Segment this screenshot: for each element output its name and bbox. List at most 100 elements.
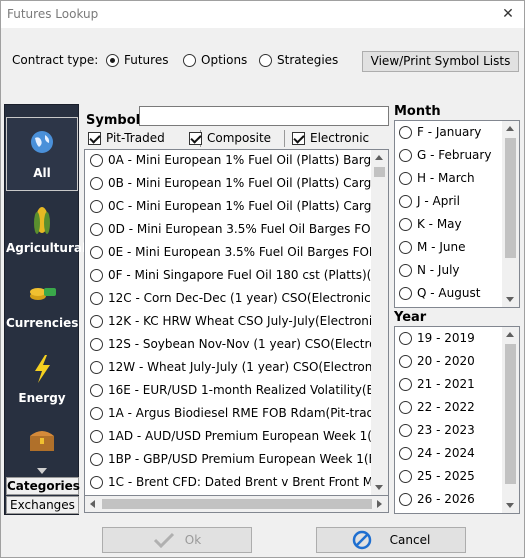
year-item[interactable]: 25 - 2025 (399, 466, 475, 486)
list-item[interactable]: 1AD - AUD/USD Premium European Week 1(El… (90, 426, 388, 446)
scroll-thumb[interactable] (374, 167, 385, 177)
year-list[interactable]: 19 - 2019 20 - 2020 21 - 2021 22 - 2022 … (394, 326, 520, 514)
list-item[interactable]: 12K - KC HRW Wheat CSO July-July(Electro… (90, 311, 384, 331)
radio-icon[interactable] (399, 400, 412, 414)
scroll-left-icon[interactable] (90, 500, 95, 508)
checkbox-checked-icon[interactable] (88, 131, 101, 145)
scroll-down-icon[interactable] (375, 485, 383, 490)
symbol-search-input[interactable] (139, 106, 389, 126)
checkbox-checked-icon[interactable] (292, 131, 305, 145)
radio-icon[interactable] (399, 423, 412, 437)
futures-radio[interactable]: Futures (106, 53, 168, 67)
ok-button[interactable]: Ok (102, 527, 252, 553)
year-vscrollbar[interactable] (502, 327, 519, 513)
pit-traded-checkbox[interactable]: Pit-Traded (88, 131, 165, 145)
scroll-thumb[interactable] (102, 499, 372, 509)
composite-checkbox[interactable]: Composite (189, 131, 271, 145)
radio-icon[interactable] (399, 240, 412, 254)
scroll-up-icon[interactable] (375, 155, 383, 160)
year-item[interactable]: 19 - 2019 (399, 328, 475, 348)
list-item[interactable]: 0B - Mini European 1% Fuel Oil (Platts) … (90, 173, 388, 193)
radio-icon[interactable] (90, 360, 103, 374)
scroll-up-icon[interactable] (506, 126, 514, 131)
radio-icon[interactable] (90, 245, 103, 259)
list-item[interactable]: 1C - Brent CFD: Dated Brent v Brent Fron… (90, 472, 388, 492)
radio-icon[interactable] (90, 268, 103, 282)
radio-icon[interactable] (90, 291, 103, 305)
radio-icon[interactable] (399, 354, 412, 368)
symbol-list-vscrollbar[interactable] (371, 150, 388, 495)
month-item[interactable]: G - February (399, 145, 491, 165)
radio-icon[interactable] (399, 331, 412, 345)
radio-icon[interactable] (90, 222, 103, 236)
radio-icon[interactable] (399, 377, 412, 391)
year-item[interactable]: 23 - 2023 (399, 420, 475, 440)
close-icon[interactable]: ✕ (498, 5, 518, 23)
list-item[interactable]: 0F - Mini Singapore Fuel Oil 180 cst (Pl… (90, 265, 388, 285)
year-item[interactable]: 22 - 2022 (399, 397, 475, 417)
radio-icon[interactable] (399, 492, 412, 506)
scroll-thumb[interactable] (505, 138, 516, 258)
list-item[interactable]: 12S - Soybean Nov-Nov (1 year) CSO(Elect… (90, 334, 388, 354)
radio-icon[interactable] (90, 452, 103, 466)
scroll-thumb[interactable] (505, 344, 516, 484)
radio-icon[interactable] (183, 53, 196, 67)
strategies-radio[interactable]: Strategies (259, 53, 338, 67)
options-radio[interactable]: Options (183, 53, 247, 67)
month-item[interactable]: N - July (399, 260, 460, 280)
month-item[interactable]: F - January (399, 122, 481, 142)
year-item[interactable]: 20 - 2020 (399, 351, 475, 371)
cancel-button[interactable]: Cancel (316, 527, 466, 553)
view-print-symbol-lists-button[interactable]: View/Print Symbol Lists (362, 51, 519, 72)
month-item[interactable]: Q - August (399, 283, 480, 303)
year-item[interactable]: 24 - 2024 (399, 443, 475, 463)
scroll-down-icon[interactable] (506, 503, 514, 508)
radio-icon[interactable] (90, 199, 103, 213)
radio-selected-icon[interactable] (106, 53, 119, 67)
scroll-right-icon[interactable] (377, 500, 382, 508)
category-energy[interactable]: Energy (6, 343, 78, 417)
exchanges-button[interactable]: Exchanges (6, 496, 79, 514)
month-item[interactable]: H - March (399, 168, 475, 188)
radio-icon[interactable] (399, 171, 412, 185)
month-list[interactable]: F - January G - February H - March J - A… (394, 120, 520, 308)
category-agricultural[interactable]: Agricultural (6, 193, 86, 267)
categories-button[interactable]: Categories (6, 477, 80, 495)
radio-icon[interactable] (399, 194, 412, 208)
list-item[interactable]: 0E - Mini European 3.5% Fuel Oil Barges … (90, 242, 388, 262)
category-currencies[interactable]: Currencies (6, 268, 78, 342)
month-vscrollbar[interactable] (502, 121, 519, 307)
radio-icon[interactable] (399, 217, 412, 231)
sidebar-scroll-down-icon[interactable] (37, 468, 47, 474)
radio-icon[interactable] (399, 125, 412, 139)
radio-icon[interactable] (90, 406, 103, 420)
year-item[interactable]: 21 - 2021 (399, 374, 475, 394)
scroll-down-icon[interactable] (506, 297, 514, 302)
radio-icon[interactable] (90, 337, 103, 351)
list-item[interactable]: 1A - Argus Biodiesel RME FOB Rdam(Pit-tr… (90, 403, 388, 423)
symbol-list-hscrollbar[interactable] (84, 496, 389, 513)
radio-icon[interactable] (90, 429, 103, 443)
year-item[interactable]: 26 - 2026 (399, 489, 475, 509)
radio-icon[interactable] (259, 53, 272, 67)
radio-icon[interactable] (90, 176, 103, 190)
month-item[interactable]: J - April (399, 191, 460, 211)
month-item[interactable]: M - June (399, 237, 465, 257)
list-item[interactable]: 0D - Mini European 3.5% Fuel Oil Barges … (90, 219, 388, 239)
list-item[interactable]: 1BP - GBP/USD Premium European Week 1(El… (90, 449, 388, 469)
category-all[interactable]: All (6, 117, 78, 191)
month-item[interactable]: K - May (399, 214, 462, 234)
electronic-checkbox[interactable]: Electronic (292, 131, 369, 145)
radio-icon[interactable] (399, 286, 412, 300)
radio-icon[interactable] (90, 475, 103, 489)
radio-icon[interactable] (90, 383, 103, 397)
checkbox-checked-icon[interactable] (189, 131, 202, 145)
list-item[interactable]: 12W - Wheat July-July (1 year) CSO(Elect… (90, 357, 387, 377)
radio-icon[interactable] (90, 153, 103, 167)
scroll-up-icon[interactable] (506, 332, 514, 337)
symbol-list[interactable]: 0A - Mini European 1% Fuel Oil (Platts) … (84, 149, 389, 496)
list-item[interactable]: 0C - Mini European 1% Fuel Oil (Platts) … (90, 196, 388, 216)
radio-icon[interactable] (90, 314, 103, 328)
list-item[interactable]: 12C - Corn Dec-Dec (1 year) CSO(Electron… (90, 288, 375, 308)
list-item[interactable]: 16E - EUR/USD 1-month Realized Volatilit… (90, 380, 388, 400)
